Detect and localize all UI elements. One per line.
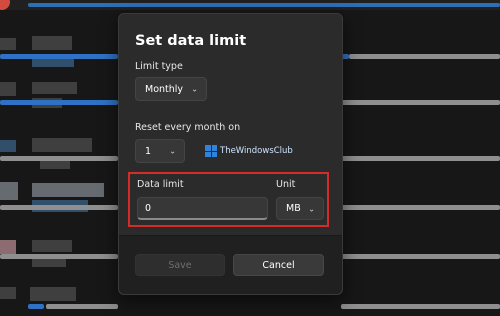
background-usage-bar bbox=[46, 304, 118, 309]
data-limit-label: Data limit bbox=[137, 179, 184, 190]
background-usage-bar bbox=[0, 254, 118, 259]
limit-type-value: Monthly bbox=[145, 83, 184, 95]
background-progress-line bbox=[28, 3, 500, 7]
blurred-app-name bbox=[32, 138, 92, 152]
watermark-text: TheWindowsClub bbox=[220, 146, 293, 156]
blurred-app-name bbox=[32, 240, 72, 252]
background-usage-bar bbox=[349, 54, 500, 59]
blurred-app-name bbox=[32, 36, 72, 50]
reset-day-label: Reset every month on bbox=[135, 122, 241, 133]
limit-type-dropdown[interactable]: Monthly ⌄ bbox=[135, 77, 207, 101]
blurred-app-icon bbox=[0, 287, 16, 299]
data-limit-input[interactable]: 0 bbox=[137, 197, 268, 220]
background-usage-bar bbox=[341, 205, 500, 210]
background-usage-bar bbox=[0, 205, 118, 210]
windows-logo-icon bbox=[205, 145, 217, 157]
limit-type-label: Limit type bbox=[135, 61, 183, 72]
save-button[interactable]: Save bbox=[135, 254, 225, 276]
background-usage-bar bbox=[0, 156, 118, 161]
blurred-app-name bbox=[32, 183, 104, 197]
cancel-button[interactable]: Cancel bbox=[233, 254, 324, 276]
background-usage-bar bbox=[341, 304, 500, 309]
background-usage-bar bbox=[341, 100, 500, 105]
blurred-app-icon bbox=[0, 240, 16, 254]
chevron-down-icon: ⌄ bbox=[308, 204, 315, 213]
blurred-app-icon bbox=[0, 82, 16, 96]
background-usage-bar bbox=[341, 156, 500, 161]
reset-day-value: 1 bbox=[145, 145, 152, 157]
unit-label: Unit bbox=[276, 179, 296, 190]
unit-dropdown[interactable]: MB ⌄ bbox=[276, 197, 324, 220]
background-usage-bar bbox=[0, 100, 118, 105]
blurred-app-name bbox=[32, 82, 77, 94]
chevron-down-icon: ⌄ bbox=[191, 84, 198, 94]
background-usage-bar bbox=[28, 304, 44, 309]
blurred-app-name bbox=[30, 287, 76, 301]
dialog-title: Set data limit bbox=[135, 33, 247, 49]
background-usage-bar bbox=[0, 54, 118, 59]
data-limit-value: 0 bbox=[145, 202, 152, 214]
blurred-app-icon bbox=[0, 38, 16, 50]
chevron-down-icon: ⌄ bbox=[169, 146, 176, 156]
unit-value: MB bbox=[286, 203, 301, 214]
blurred-app-icon bbox=[0, 182, 18, 200]
blurred-app-icon bbox=[0, 140, 16, 152]
reset-day-dropdown[interactable]: 1 ⌄ bbox=[135, 139, 185, 163]
watermark: TheWindowsClub bbox=[205, 145, 293, 157]
background-usage-bar bbox=[341, 254, 500, 259]
